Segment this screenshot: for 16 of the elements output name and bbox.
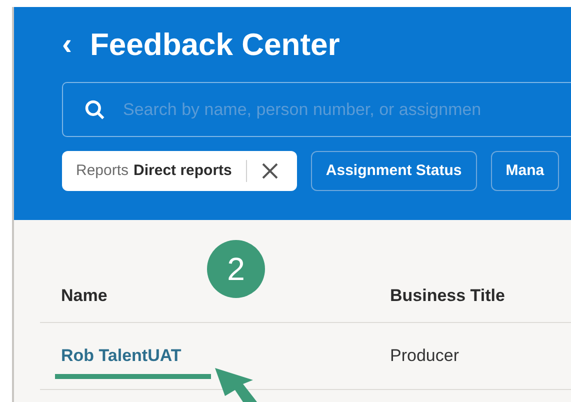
close-icon[interactable] xyxy=(260,162,279,180)
column-header: Name xyxy=(60,285,108,308)
back-button[interactable]: ‹ xyxy=(62,30,72,60)
filter-button[interactable]: Mana xyxy=(490,151,560,191)
column-header: Business Title xyxy=(390,285,505,308)
search-field[interactable]: Search by name, person number, or assignmen xyxy=(62,82,571,137)
filter-value: Direct reports xyxy=(134,160,232,181)
pointer-arrow-icon xyxy=(213,366,257,402)
search-icon xyxy=(84,99,106,121)
name-link[interactable]: Rob TalentUAT xyxy=(61,346,182,366)
filter-button[interactable]: Assignment Status xyxy=(310,151,477,191)
filter-chip[interactable]: Reports Direct reports xyxy=(62,151,297,191)
filter-label: Reports xyxy=(76,160,129,181)
step-badge: 2 xyxy=(207,240,265,298)
table-cell-text: Producer xyxy=(390,345,459,368)
page-title: Feedback Center xyxy=(90,26,340,64)
